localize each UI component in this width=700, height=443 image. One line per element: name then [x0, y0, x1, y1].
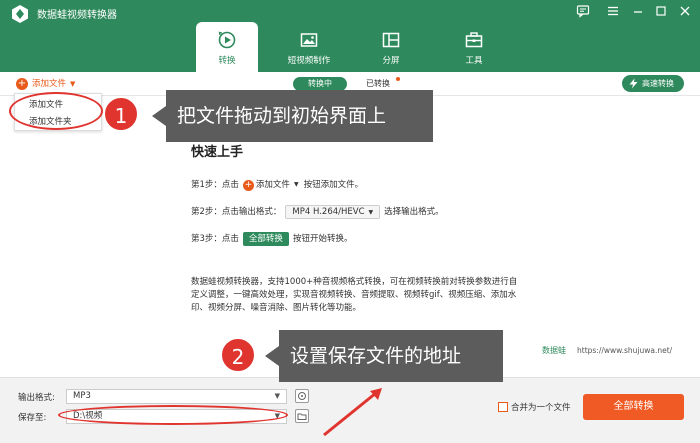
save-to-label: 保存至:	[18, 413, 47, 423]
output-format-select[interactable]: MP3 ▼	[66, 389, 287, 404]
minimize-icon[interactable]	[631, 4, 645, 18]
step-3: 第3步：点击 全部转换 按钮开始转换。	[191, 232, 353, 246]
product-description: 数据蛙视频转换器，支持1000+种音视频格式转换，可在视频转换前对转换参数进行自…	[191, 277, 518, 313]
caret-down-icon: ▼	[293, 181, 299, 188]
app-header: 数据蛙视频转换器 转换 短视频制作 分屏 工具	[0, 0, 700, 72]
step2-format-chip[interactable]: MP4 H.264/HEVC ▼	[285, 205, 381, 219]
app-title: 数据蛙视频转换器	[37, 10, 117, 21]
merge-label: 合并为一个文件	[511, 403, 571, 413]
output-format-label: 输出格式:	[18, 393, 55, 403]
step1-add-file-chip[interactable]: 添加文件	[256, 178, 290, 192]
highlight-ellipse-add-menu	[9, 92, 103, 130]
convert-icon	[218, 31, 236, 49]
folder-icon[interactable]	[295, 409, 309, 423]
callout-pointer-2	[265, 346, 279, 366]
split-screen-icon	[382, 32, 400, 48]
close-icon[interactable]	[678, 4, 692, 18]
tab-short-video-label: 短视频制作	[287, 56, 331, 66]
add-file-button[interactable]: + 添加文件 ▼	[16, 78, 75, 90]
fast-convert-label: 高速转换	[642, 79, 674, 88]
step-2: 第2步：点击输出格式： MP4 H.264/HEVC ▼ 选择输出格式。	[191, 205, 444, 219]
short-video-icon	[300, 33, 318, 47]
watermark-brand: 数据蛙	[542, 346, 566, 355]
feedback-icon[interactable]	[576, 4, 590, 18]
merge-checkbox[interactable]	[498, 402, 508, 412]
tab-short-video[interactable]: 短视频制作	[278, 22, 340, 72]
annotation-callout-1: 把文件拖动到初始界面上	[166, 90, 433, 142]
tab-convert[interactable]: 转换	[196, 22, 258, 72]
callout-pointer-1	[152, 106, 166, 126]
tab-converted[interactable]: 已转换	[366, 77, 390, 91]
app-logo-icon	[12, 5, 28, 23]
plus-icon: +	[16, 78, 28, 90]
new-item-dot	[396, 77, 400, 81]
step-1: 第1步：点击 + 添加文件 ▼ 按钮添加文件。	[191, 178, 364, 192]
highlight-ellipse-save-path	[58, 405, 288, 425]
plus-icon: +	[242, 179, 254, 191]
watermark-url: https://www.shujuwa.net/	[577, 346, 673, 355]
convert-all-button[interactable]: 全部转换	[583, 394, 684, 420]
quick-start-title: 快速上手	[191, 145, 244, 160]
tab-split-screen-label: 分屏	[382, 56, 400, 66]
caret-down-icon: ▼	[274, 392, 280, 400]
tab-toolbox-label: 工具	[465, 56, 483, 66]
format-settings-icon[interactable]	[295, 389, 309, 403]
step3-convert-all-chip[interactable]: 全部转换	[242, 232, 289, 246]
tab-convert-label: 转换	[218, 56, 236, 66]
menu-icon[interactable]	[606, 4, 620, 18]
caret-down-icon: ▼	[368, 209, 374, 216]
tab-toolbox[interactable]: 工具	[443, 22, 505, 72]
annotation-badge-1: 1	[103, 96, 139, 132]
toolbox-icon	[465, 32, 483, 48]
annotation-callout-2: 设置保存文件的地址	[279, 330, 503, 382]
annotation-arrow-icon	[323, 388, 382, 437]
fast-convert-button[interactable]: 高速转换	[622, 75, 684, 92]
annotation-badge-2: 2	[220, 337, 256, 373]
caret-down-icon[interactable]: ▼	[70, 78, 75, 90]
tab-split-screen[interactable]: 分屏	[360, 22, 422, 72]
maximize-icon[interactable]	[654, 4, 668, 18]
lightning-icon	[629, 78, 638, 89]
add-file-label: 添加文件	[32, 79, 67, 89]
tab-converting[interactable]: 转换中	[293, 77, 347, 91]
